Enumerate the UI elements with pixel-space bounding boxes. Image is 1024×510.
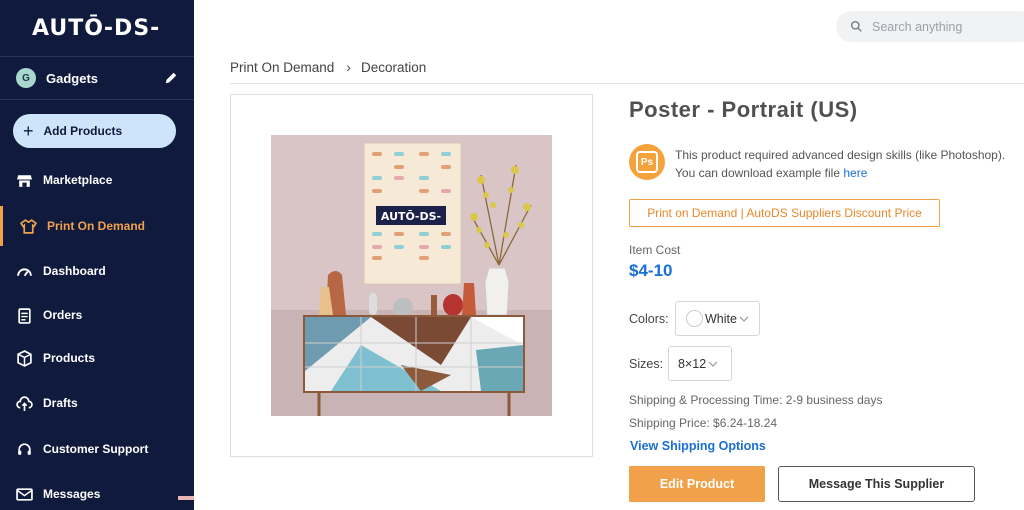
box-icon — [17, 349, 32, 367]
sidebar-item-label: Orders — [43, 308, 83, 322]
download-example-link[interactable]: here — [843, 166, 867, 180]
poster-logo: AUTŌ-DS- — [381, 210, 441, 223]
chevron-down-icon — [739, 316, 749, 322]
sidebar-item-orders[interactable]: Orders — [0, 295, 194, 335]
note-line-1: This product required advanced design sk… — [675, 148, 1006, 162]
search-icon — [850, 20, 862, 32]
chevron-down-icon — [708, 361, 718, 367]
plus-icon: + — [23, 121, 34, 141]
colors-label: Colors: — [629, 312, 669, 326]
shipping-price: Shipping Price: $6.24-18.24 — [629, 416, 778, 430]
logo[interactable]: AUTŌ-DS- — [0, 0, 194, 57]
sizes-label: Sizes: — [629, 357, 664, 371]
store-avatar: G — [16, 68, 36, 88]
add-products-button[interactable]: + Add Products — [13, 114, 176, 148]
sidebar-item-marketplace[interactable]: Marketplace — [0, 160, 194, 200]
store-selector[interactable]: G Gadgets — [0, 57, 194, 100]
sidebar-item-label: Print On Demand — [47, 219, 146, 233]
sidebar-item-label: Dashboard — [43, 264, 106, 278]
chevron-right-icon: › — [346, 59, 351, 75]
sidebar-item-label: Products — [43, 351, 96, 365]
photoshop-icon: Ps — [629, 144, 665, 180]
cloud-upload-icon — [16, 395, 33, 411]
message-supplier-button[interactable]: Message This Supplier — [778, 466, 975, 502]
breadcrumb: Print On Demand › Decoration — [230, 59, 426, 75]
search-bar[interactable]: Search anything — [836, 11, 1024, 42]
product-image-card: AUTŌ-DS- — [230, 94, 593, 457]
design-skills-note: This product required advanced design sk… — [675, 146, 1024, 182]
sidebar-item-customer-support[interactable]: Customer Support — [0, 429, 194, 469]
scrollbar-thumb[interactable] — [178, 496, 194, 500]
gauge-icon — [17, 267, 32, 276]
color-select[interactable]: White — [675, 301, 760, 336]
logo-text: AUTŌ-DS- — [32, 15, 161, 41]
store-name: Gadgets — [46, 70, 99, 86]
breadcrumb-item[interactable]: Print On Demand — [230, 60, 334, 75]
color-swatch — [686, 310, 703, 327]
product-title: Poster - Portrait (US) — [629, 97, 858, 122]
product-image: AUTŌ-DS- — [271, 135, 552, 416]
pencil-icon[interactable] — [164, 71, 178, 85]
sidebar-item-print-on-demand[interactable]: Print On Demand — [0, 206, 194, 246]
add-products-label: Add Products — [43, 124, 123, 138]
sidebar-item-label: Marketplace — [43, 173, 113, 187]
divider — [230, 83, 1024, 84]
sidebar-item-dashboard[interactable]: Dashboard — [0, 251, 194, 291]
size-select[interactable]: 8×12 — [668, 346, 732, 381]
sidebar-item-messages[interactable]: Messages — [0, 474, 194, 510]
item-cost-value: $4-10 — [629, 261, 673, 280]
sidebar-item-label: Drafts — [43, 396, 78, 410]
search-input[interactable]: Search anything — [872, 20, 962, 34]
headset-icon — [18, 442, 31, 455]
discount-badge: Print on Demand | AutoDS Suppliers Disco… — [629, 199, 940, 227]
mail-icon — [16, 487, 33, 501]
sidebar: AUTŌ-DS- G Gadgets + Add Products Market… — [0, 0, 194, 510]
shirt-icon — [20, 218, 37, 234]
view-shipping-options-link[interactable]: View Shipping Options — [630, 439, 766, 453]
sidebar-item-products[interactable]: Products — [0, 338, 194, 378]
note-text: You can download example file — [675, 166, 844, 180]
store-icon — [17, 174, 32, 187]
processing-time: Shipping & Processing Time: 2-9 business… — [629, 393, 883, 407]
edit-product-button[interactable]: Edit Product — [629, 466, 765, 502]
sidebar-item-label: Messages — [43, 487, 101, 501]
clipboard-icon — [18, 307, 31, 324]
note-line-2: You can download example file here — [675, 164, 1024, 182]
sidebar-item-drafts[interactable]: Drafts — [0, 383, 194, 423]
size-select-value: 8×12 — [678, 356, 707, 371]
photoshop-icon-label: Ps — [636, 151, 658, 173]
color-select-value: White — [705, 311, 737, 326]
item-cost-label: Item Cost — [629, 243, 681, 257]
sidebar-item-label: Customer Support — [43, 442, 149, 456]
breadcrumb-item: Decoration — [360, 59, 427, 75]
